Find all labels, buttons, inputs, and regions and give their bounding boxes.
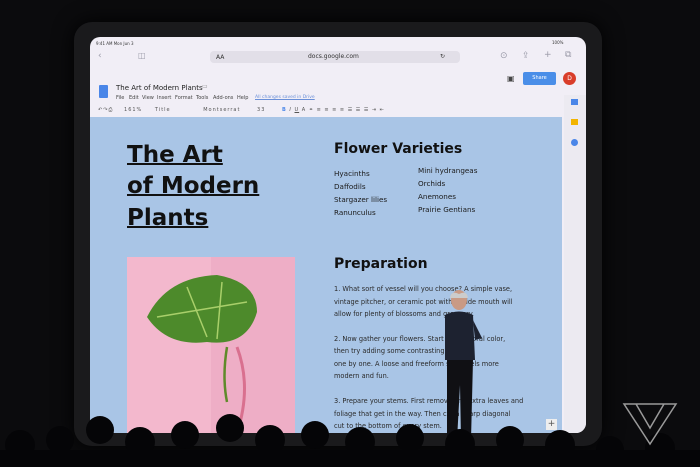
underline-button[interactable]: U	[295, 107, 300, 113]
list-item: Daffodils	[334, 182, 366, 191]
text-color-button[interactable]: A	[302, 107, 306, 113]
doc-heading-line2: of Modern	[127, 173, 260, 199]
back-icon[interactable]: ‹	[98, 51, 102, 61]
share-button[interactable]: Share	[523, 72, 556, 85]
list-item: Ranunculus	[334, 208, 376, 217]
text-size-button[interactable]: AA	[216, 54, 224, 61]
menu-edit[interactable]: Edit	[129, 95, 139, 101]
doc-heading-line1: The Art	[127, 142, 223, 168]
audience-silhouettes	[0, 414, 700, 467]
comments-icon[interactable]: ▣	[507, 74, 515, 83]
side-panel	[564, 95, 586, 433]
bold-button[interactable]: B	[282, 107, 287, 113]
avatar[interactable]: D	[563, 72, 576, 85]
preparation-heading: Preparation	[334, 256, 428, 272]
zoom-select[interactable]: 161%	[124, 107, 142, 113]
print-icon[interactable]: ⎙	[108, 107, 113, 113]
bookmarks-icon[interactable]: ◫	[138, 51, 146, 60]
menu-addons[interactable]: Add-ons	[213, 95, 233, 101]
tabs-icon[interactable]: ⧉	[565, 50, 571, 60]
calendar-icon[interactable]	[571, 99, 578, 105]
doc-heading-line3: Plants	[127, 205, 209, 231]
list-item: Mini hydrangeas	[418, 166, 478, 175]
list-item: Hyacinths	[334, 169, 370, 178]
reload-icon[interactable]: ↻	[440, 53, 445, 60]
share-sheet-icon[interactable]: ⇪	[522, 51, 530, 61]
menu-help[interactable]: Help	[237, 95, 248, 101]
menu-file[interactable]: File	[116, 95, 124, 101]
align-icons[interactable]: ≡ ≡ ≡ ≡ ☰ ☰ ☰ ⇥ ⇤	[317, 107, 385, 113]
varieties-heading: Flower Varieties	[334, 141, 463, 157]
status-time: 9:41 AM Mon Jun 3	[96, 41, 134, 46]
status-battery: 100%	[552, 40, 564, 45]
document-page[interactable]: The Art of Modern Plants Flower Varietie…	[90, 117, 562, 433]
paragraph-line: modern and fun.	[334, 372, 389, 380]
doc-title[interactable]: The Art of Modern Plants	[116, 84, 203, 92]
tasks-icon[interactable]	[571, 139, 578, 146]
list-item: Stargazer lilies	[334, 195, 388, 204]
menu-view[interactable]: View	[142, 95, 154, 101]
style-select[interactable]: Title	[155, 107, 171, 113]
font-select[interactable]: Montserrat	[203, 107, 240, 113]
italic-button[interactable]: I	[289, 107, 291, 113]
formatting-toolbar: ↶↷⎙ 161% Title Montserrat 33 B I U A ⚭ ≡…	[98, 107, 385, 113]
list-item: Prairie Gentians	[418, 205, 476, 214]
menu-tools[interactable]: Tools	[196, 95, 208, 101]
menu-insert[interactable]: Insert	[157, 95, 171, 101]
url-text: docs.google.com	[308, 53, 359, 60]
list-item: Orchids	[418, 179, 446, 188]
folder-icon[interactable]: ▭	[202, 83, 208, 90]
verge-watermark-logo	[622, 403, 678, 446]
keep-icon[interactable]	[571, 119, 578, 125]
download-icon[interactable]: ⊙	[500, 51, 508, 61]
address-bar[interactable]: AA docs.google.com ↻	[210, 51, 460, 63]
ipad-screen: 9:41 AM Mon Jun 3 100% ‹ ◫ AA docs.googl…	[90, 37, 586, 433]
list-item: Anemones	[418, 192, 457, 201]
save-status[interactable]: All changes saved in Drive	[255, 95, 315, 100]
menu-format[interactable]: Format	[175, 95, 193, 101]
docs-logo-icon	[99, 85, 108, 98]
font-size-select[interactable]: 33	[257, 107, 265, 113]
link-icon[interactable]: ⚭	[309, 107, 314, 113]
new-tab-icon[interactable]: +	[544, 50, 552, 60]
